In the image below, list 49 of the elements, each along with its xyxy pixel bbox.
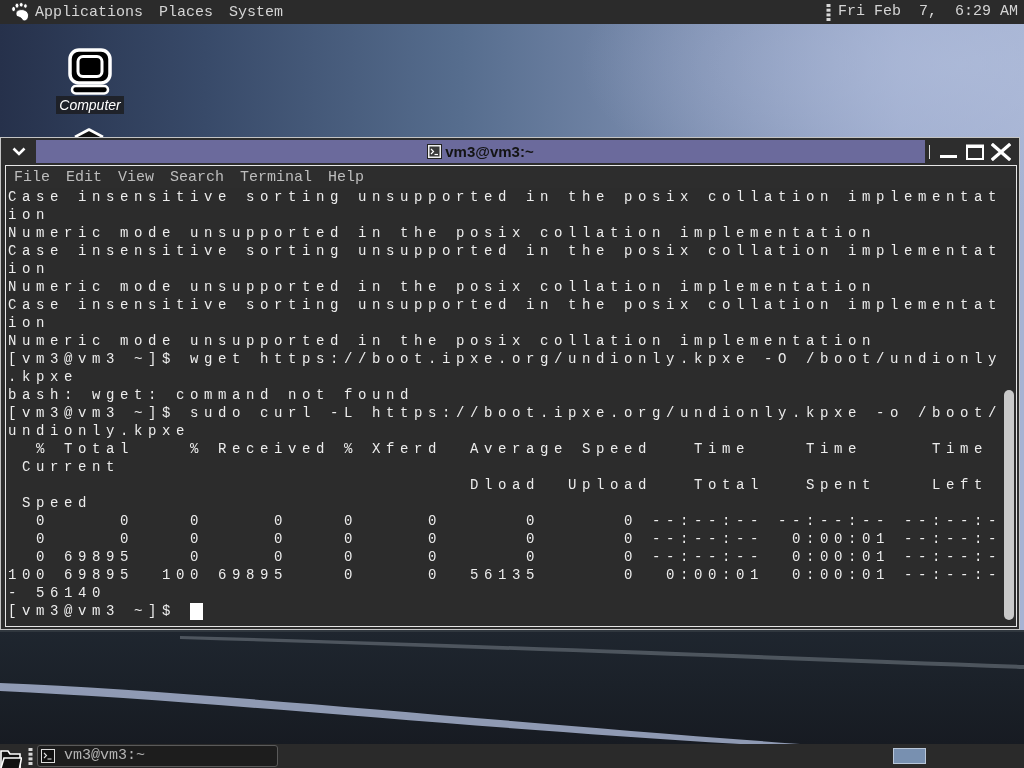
terminal-line: 0 69895 0 0 0 0 0 0 --:--:-- 0:00:01 --:--:- xyxy=(36,549,1003,565)
terminal-line: Speed xyxy=(22,495,92,511)
terminal-line: undionly.kpxe xyxy=(8,423,191,439)
foot-icon[interactable] xyxy=(10,2,30,22)
terminal-line: Case insensitive sorting unsupported in the posix collation implementat xyxy=(8,243,1003,259)
clock[interactable]: Fri Feb 7, 6:29 AM xyxy=(837,2,1018,22)
desktop-icon-label[interactable]: Computer xyxy=(56,96,124,114)
menu-item[interactable]: Search xyxy=(162,168,233,186)
terminal-line: Numeric mode unsupported in the posix collation implementation xyxy=(8,225,877,241)
close-icon[interactable] xyxy=(991,142,1011,161)
terminal-line: Numeric mode unsupported in the posix collation implementation xyxy=(8,279,877,295)
terminal-icon xyxy=(427,144,443,159)
terminal-line: Case insensitive sorting unsupported in the posix collation implementat xyxy=(8,189,1003,205)
terminal-line: .kpxe xyxy=(8,369,78,385)
panel-menu[interactable]: System xyxy=(221,3,292,21)
terminal-line: % Total % Received % Xferd Average Speed Time Time Time xyxy=(36,441,989,457)
terminal-line: ion xyxy=(8,315,50,331)
panel-menu[interactable]: Places xyxy=(151,3,222,21)
menu-item[interactable]: File xyxy=(6,168,58,186)
terminal-line: [vm3@vm3 ~]$ xyxy=(8,603,177,619)
menu-item[interactable]: View xyxy=(110,168,163,186)
maximize-icon[interactable] xyxy=(966,143,984,160)
panel-menu[interactable]: Applications xyxy=(27,3,152,21)
monitor-icon[interactable] xyxy=(68,48,112,95)
workspace-switcher[interactable] xyxy=(893,748,926,764)
taskbar-button[interactable]: vm3@vm3:~ xyxy=(37,745,278,767)
terminal-line: [vm3@vm3 ~]$ sudo curl -L https://boot.ipxe.org/undionly.kpxe -o /boot/ xyxy=(8,405,1003,421)
menu-item[interactable]: Edit xyxy=(58,168,111,186)
chevron-down-icon[interactable] xyxy=(12,147,26,156)
drag-handle-icon[interactable] xyxy=(28,747,33,765)
drag-handle-icon[interactable] xyxy=(825,3,831,21)
triangle-icon[interactable] xyxy=(73,128,105,137)
terminal-line: 0 0 0 0 0 0 0 0 --:--:-- --:--:-- --:--:- xyxy=(36,513,1003,529)
terminal-line: Numeric mode unsupported in the posix collation implementation xyxy=(8,333,877,349)
terminal-line: Current xyxy=(22,459,120,475)
terminal-line: 100 69895 100 69895 0 0 56135 0 0:00:01 0:00:01 --:--:- xyxy=(8,567,1003,583)
terminal-line: 0 0 0 0 0 0 0 0 --:--:-- 0:00:01 --:--:- xyxy=(36,531,1003,547)
scrollbar-thumb[interactable] xyxy=(1004,390,1014,620)
terminal-line: ion xyxy=(8,261,50,277)
terminal-icon xyxy=(41,749,55,763)
terminal-line: [vm3@vm3 ~]$ wget https://boot.ipxe.org/undionly.kpxe -O /boot/undionly xyxy=(8,351,1003,367)
terminal-line: ion xyxy=(8,207,50,223)
menu-item[interactable]: Terminal xyxy=(232,168,321,186)
terminal-line: - 56140 xyxy=(8,585,106,601)
terminal-line: Dload Upload Total Spent Left xyxy=(470,477,989,493)
terminal-line: Case insensitive sorting unsupported in the posix collation implementat xyxy=(8,297,1003,313)
menu-item[interactable]: Help xyxy=(320,168,373,186)
terminal-line: bash: wget: command not found xyxy=(8,387,415,403)
window-title: vm3@vm3:~ xyxy=(445,142,534,161)
